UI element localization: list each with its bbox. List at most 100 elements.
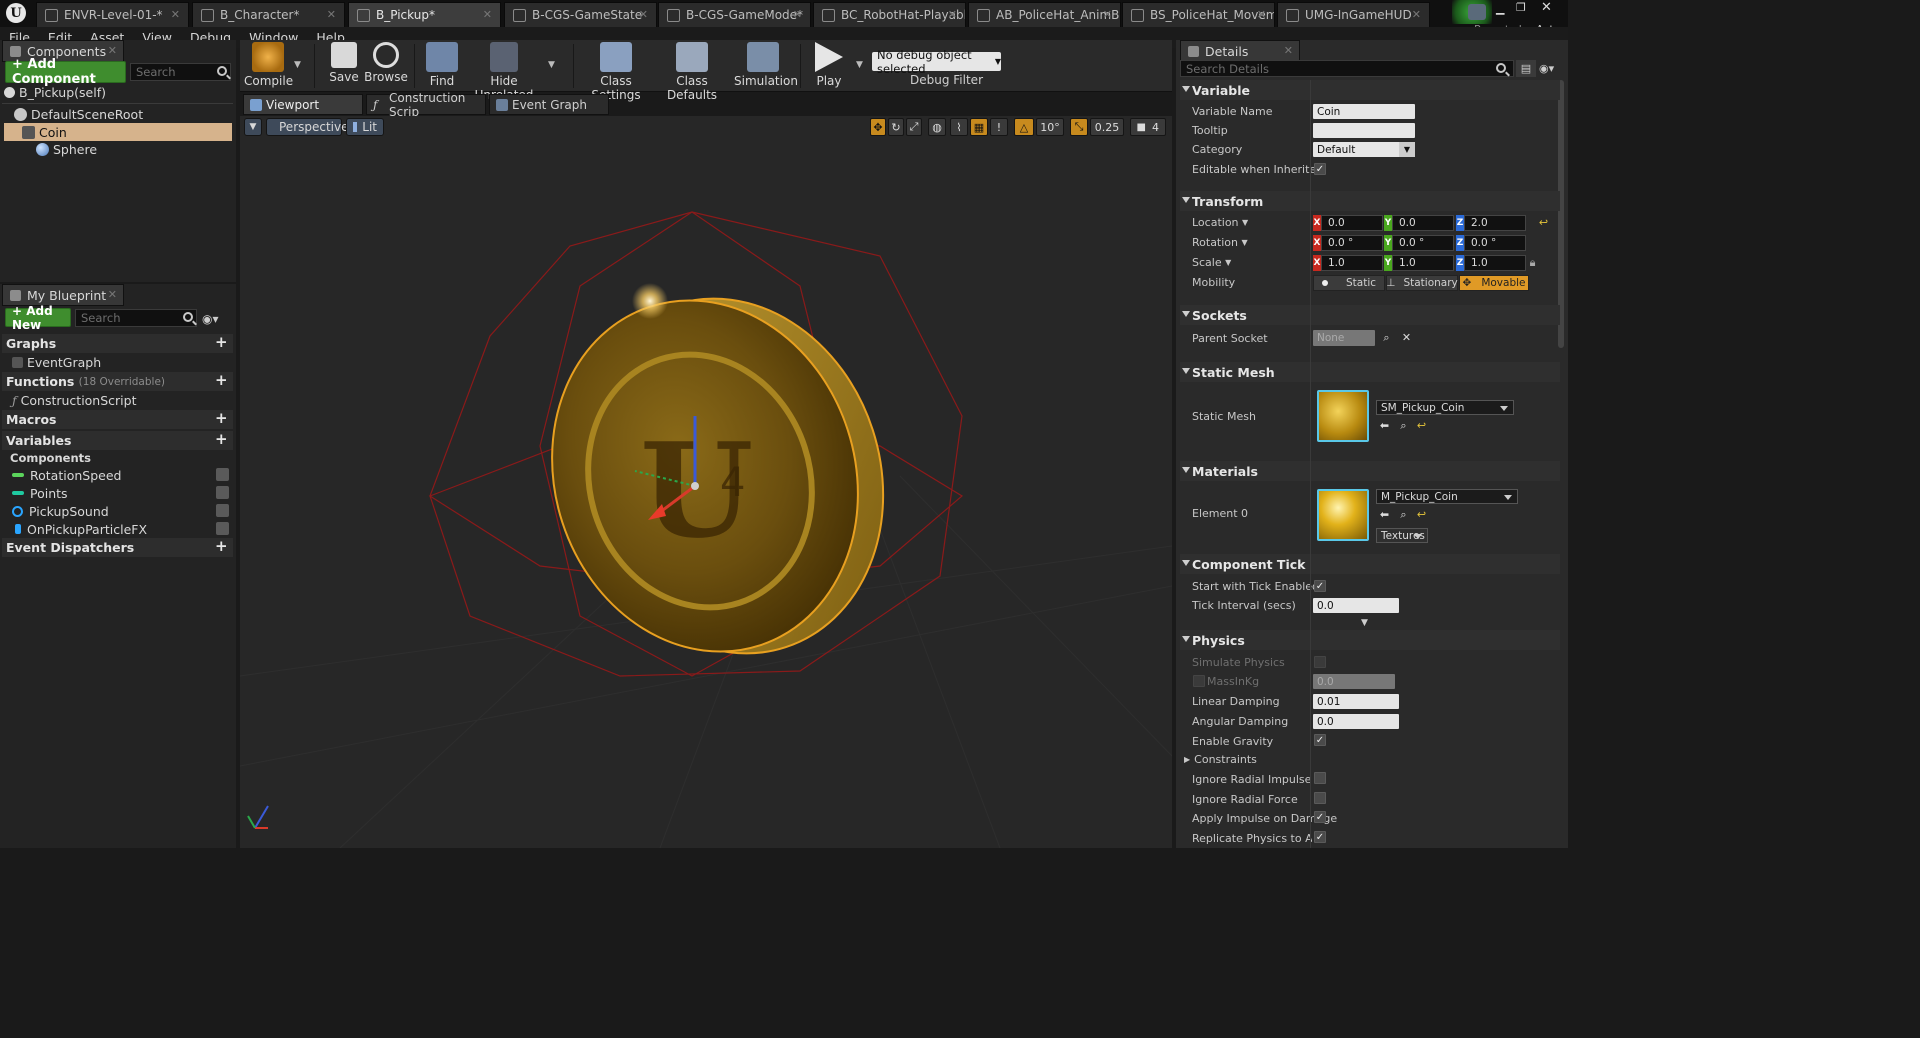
grid-snap-icon[interactable]: ▦	[970, 118, 988, 136]
parent-socket-field[interactable]: None	[1313, 330, 1375, 346]
replicate-physics-checkbox[interactable]: ✓	[1314, 831, 1326, 843]
add-new-button[interactable]: + Add New	[5, 304, 71, 332]
compile-button[interactable]: Compile	[244, 42, 293, 90]
gizmo-pivot[interactable]	[691, 482, 699, 490]
details-tab[interactable]: Details ✕	[1180, 40, 1300, 62]
construction-script-item[interactable]: ƒ ConstructionScript	[2, 391, 233, 409]
browse-asset-magnifier-icon[interactable]: ⌕	[1398, 509, 1409, 520]
section-physics[interactable]: Physics	[1180, 630, 1560, 650]
close-icon[interactable]: ✕	[948, 8, 957, 21]
tree-item-sphere[interactable]: Sphere	[4, 140, 232, 158]
close-icon[interactable]: ✕	[1103, 8, 1112, 21]
play-options-chevron-icon[interactable]: ▼	[856, 60, 863, 70]
browse-socket-magnifier-icon[interactable]: ⌕	[1381, 332, 1392, 343]
tab-viewport[interactable]: Viewport	[243, 94, 363, 115]
advanced-expand-chevron-icon[interactable]: ▼	[1361, 618, 1368, 628]
close-icon[interactable]: ✕	[1284, 44, 1293, 57]
add-dispatcher-icon[interactable]: +	[215, 539, 228, 554]
unreal-logo-icon[interactable]: U	[6, 3, 26, 23]
eye-icon[interactable]	[216, 504, 229, 517]
static-mesh-thumbnail[interactable]	[1317, 390, 1369, 442]
add-variable-icon[interactable]: +	[215, 432, 228, 447]
components-subcategory[interactable]: Components	[2, 449, 233, 467]
add-graph-icon[interactable]: +	[215, 335, 228, 350]
section-transform[interactable]: Transform	[1180, 191, 1560, 211]
eye-icon[interactable]	[216, 486, 229, 499]
section-sockets[interactable]: Sockets	[1180, 305, 1560, 325]
class-settings-button[interactable]: Class Settings	[580, 42, 652, 102]
hide-unrelated-options-chevron-icon[interactable]: ▼	[548, 60, 555, 70]
doc-tab-level[interactable]: ENVR-Level-01-* ✕	[36, 2, 189, 27]
scale-z-input[interactable]: 1.0	[1464, 255, 1526, 271]
mass-override-checkbox[interactable]	[1193, 675, 1205, 687]
rotation-y-input[interactable]: 0.0 °	[1392, 235, 1454, 251]
viewport-canvas[interactable]: U 4 ▼ Perspective Lit ✥ ↻ ⤢ ◍ ⌇ ▦ ! △ 10…	[240, 116, 1172, 848]
add-macro-icon[interactable]: +	[215, 411, 228, 426]
view-options-eye-icon[interactable]: ◉▾	[1539, 60, 1563, 77]
simulation-button[interactable]: Simulation	[734, 42, 798, 90]
linear-damping-input[interactable]: 0.01	[1313, 694, 1399, 709]
lit-button[interactable]: Lit	[346, 118, 384, 136]
location-label[interactable]: Location ▼	[1192, 214, 1248, 230]
add-function-icon[interactable]: +	[215, 373, 228, 388]
ignore-radial-force-checkbox[interactable]	[1314, 792, 1326, 804]
surface-snap-icon[interactable]: ⌇	[950, 118, 968, 136]
class-defaults-button[interactable]: Class Defaults	[656, 42, 728, 102]
details-search-input[interactable]: Search Details	[1180, 60, 1514, 77]
category-select[interactable]: Default ▼	[1313, 142, 1415, 157]
constraints-row[interactable]: ▶ Constraints	[1184, 751, 1257, 767]
close-icon[interactable]: ✕	[1257, 8, 1266, 21]
tab-construction-script[interactable]: ƒ Construction Scrip	[366, 91, 486, 119]
doc-tab-pickup[interactable]: B_Pickup* ✕	[348, 2, 501, 27]
variables-category[interactable]: Variables +	[2, 431, 233, 450]
compile-options-chevron-icon[interactable]: ▼	[294, 60, 301, 70]
tick-interval-input[interactable]: 0.0	[1313, 598, 1399, 613]
start-tick-checkbox[interactable]: ✓	[1314, 580, 1326, 592]
doc-tab-gamemode[interactable]: B-CGS-GameMode* ✕	[658, 2, 811, 27]
camera-speed-button[interactable]: ■ 4	[1130, 118, 1166, 136]
doc-tab-animblueprint[interactable]: AB_PoliceHat_AnimBluep✕	[968, 2, 1121, 27]
variable-points[interactable]: Points	[2, 484, 233, 502]
perspective-button[interactable]: Perspective	[266, 118, 349, 136]
doc-tab-blendspace[interactable]: BS_PoliceHat_Movement✕	[1122, 2, 1275, 27]
variable-onpickupparticlefx[interactable]: OnPickupParticleFX	[2, 520, 233, 538]
ignore-radial-impulse-checkbox[interactable]	[1314, 772, 1326, 784]
variable-pickupsound[interactable]: PickupSound	[2, 502, 233, 520]
section-materials[interactable]: Materials	[1180, 461, 1560, 481]
debug-object-select[interactable]: No debug object selected ▼	[872, 48, 1001, 76]
mobility-movable-button[interactable]: ✥ Movable	[1459, 275, 1529, 291]
rotation-snap-value[interactable]: 10°	[1036, 118, 1064, 136]
use-selected-arrow-icon[interactable]: ⬅	[1379, 420, 1390, 431]
rotation-x-input[interactable]: 0.0 °	[1321, 235, 1383, 251]
macros-category[interactable]: Macros +	[2, 410, 233, 429]
use-selected-arrow-icon[interactable]: ⬅	[1379, 509, 1390, 520]
property-matrix-icon[interactable]: ▤	[1516, 60, 1536, 77]
variable-rotationspeed[interactable]: RotationSpeed	[2, 466, 233, 484]
static-mesh-select[interactable]: SM_Pickup_Coin	[1376, 400, 1514, 415]
tree-item-coin[interactable]: Coin	[4, 123, 232, 141]
event-dispatchers-category[interactable]: Event Dispatchers +	[2, 538, 233, 557]
close-icon[interactable]: ✕	[171, 8, 180, 21]
eye-icon[interactable]	[216, 522, 229, 535]
components-search-input[interactable]: Search	[130, 63, 231, 81]
scale-mode-icon[interactable]: ⤢	[906, 118, 922, 136]
maximize-button[interactable]: ❐	[1516, 1, 1528, 14]
location-x-input[interactable]: 0.0	[1321, 215, 1383, 231]
location-z-input[interactable]: 2.0	[1464, 215, 1526, 231]
save-button[interactable]: Save	[324, 42, 364, 90]
simulate-physics-checkbox[interactable]	[1314, 656, 1326, 668]
variable-name-input[interactable]: Coin	[1313, 104, 1415, 119]
minimize-button[interactable]: ▁	[1496, 2, 1508, 15]
browse-button[interactable]: Browse	[364, 42, 408, 90]
clear-socket-icon[interactable]: ✕	[1401, 332, 1412, 343]
tab-event-graph[interactable]: Event Graph	[489, 94, 609, 115]
browse-asset-magnifier-icon[interactable]: ⌕	[1398, 420, 1409, 431]
close-icon[interactable]: ✕	[108, 44, 117, 57]
my-blueprint-search-input[interactable]: Search	[75, 309, 197, 327]
material-thumbnail[interactable]	[1317, 489, 1369, 541]
event-graph-item[interactable]: EventGraph	[2, 353, 233, 371]
doc-tab-widget[interactable]: UMG-InGameHUD ✕	[1277, 2, 1430, 27]
rotate-mode-icon[interactable]: ↻	[888, 118, 904, 136]
tree-item-defaultsceneroot[interactable]: DefaultSceneRoot	[4, 105, 232, 123]
reset-to-default-icon[interactable]: ↩	[1416, 420, 1427, 431]
